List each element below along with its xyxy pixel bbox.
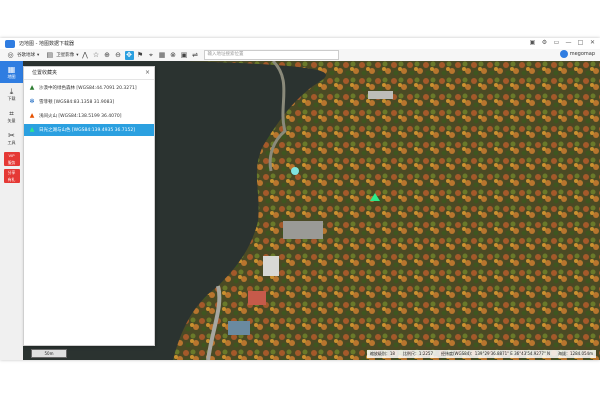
road-icon[interactable]: ⋀: [81, 51, 90, 60]
sidebar: ▦ 地图 ⤓ 下载 ⌗ 矢量 ✂ 工具 VIP 服务 分享 有礼: [0, 61, 24, 360]
sidebar-item-tools[interactable]: ✂ 工具: [0, 127, 23, 149]
sidebar-item-download[interactable]: ⤓ 下载: [0, 83, 23, 105]
sidebar-item-vector[interactable]: ⌗ 矢量: [0, 105, 23, 127]
app-logo-icon: [5, 39, 15, 48]
restore-icon[interactable]: ▭: [553, 39, 560, 47]
favorite-item-label: 浅间火山 [WGS84:138.5199 36.4070]: [39, 114, 122, 119]
tree-marker-icon: ▲: [29, 84, 35, 91]
zoom-level: 缩放级别：18: [369, 350, 395, 356]
map-type-dropdown[interactable]: ▤ 卫星影像 ▾: [43, 51, 78, 60]
search-input[interactable]: 输入地址搜索位置: [203, 50, 339, 60]
share-badge[interactable]: 分享 有礼: [3, 169, 20, 183]
lake-marker-icon: ▲: [29, 126, 35, 133]
vector-icon: ⌗: [9, 108, 14, 118]
map-scale-ratio: 比例尺：1:2257: [402, 350, 433, 356]
grid-icon[interactable]: ▦: [158, 51, 167, 60]
minimize-icon[interactable]: —: [565, 39, 572, 47]
volcano-marker-icon: ▲: [29, 112, 35, 119]
pan-icon[interactable]: ✥: [124, 50, 134, 60]
panel-header: 位置收藏夹 ×: [24, 67, 154, 80]
favorite-item[interactable]: ▲ 浅间火山 [WGS84:138.5199 36.4070]: [24, 110, 154, 122]
favorite-star-icon[interactable]: ☆: [92, 51, 101, 60]
favorite-item[interactable]: ▲ 沙漠中的绿色森林 [WGS84:44.7091 20.3271]: [24, 82, 154, 94]
flag-icon[interactable]: ⚑: [136, 51, 145, 60]
favorite-item-label: 沙漠中的绿色森林 [WGS84:44.7091 20.3271]: [39, 86, 137, 91]
window-controls: ▣ ⚙ ▭ — □ ✕: [529, 39, 596, 47]
close-icon[interactable]: ✕: [589, 39, 596, 47]
maximize-icon[interactable]: □: [577, 39, 584, 47]
panel-title: 位置收藏夹: [32, 70, 58, 76]
app-title: 迈地图 - 地图数据下载器: [19, 41, 74, 47]
cursor-coordinates: 经纬度(WGS84)：139°29'36.8871" E 36°43'54.92…: [441, 350, 551, 356]
elevation: 海拔：1284.054m: [558, 350, 593, 356]
coordinate-readout: 缩放级别：18 比例尺：1:2257 经纬度(WGS84)：139°29'36.…: [366, 349, 596, 358]
globe-icon: ◎: [7, 50, 14, 59]
vip-badge[interactable]: VIP 服务: [3, 152, 20, 166]
settings-icon[interactable]: ⚙: [541, 39, 548, 47]
chevron-down-icon: ▾: [76, 52, 79, 58]
map-type-label: 卫星影像: [56, 53, 75, 58]
map-source-dropdown[interactable]: ◎ 谷歌地球 ▾: [4, 51, 39, 60]
coordinate-icon[interactable]: ⊗: [169, 51, 178, 60]
status-bar: 50m 缩放级别：18 比例尺：1:2257 经纬度(WGS84)：139°29…: [23, 347, 600, 360]
sidebar-item-label: 矢量: [7, 117, 16, 123]
map-icon: ▦: [7, 64, 16, 74]
screenshot-icon[interactable]: ▣: [529, 39, 536, 47]
sidebar-item-label: 下载: [7, 95, 16, 101]
brand-name: megomap: [569, 51, 595, 57]
close-icon[interactable]: ×: [145, 67, 150, 79]
app-window: 迈地图 - 地图数据下载器 ▣ ⚙ ▭ — □ ✕ ◎ 谷歌地球 ▾ ▤ 卫星影…: [0, 38, 600, 360]
favorite-item[interactable]: ✻ 雪菲顿 [WGS84:83.1358 31.9083]: [24, 96, 154, 108]
region-select-icon[interactable]: ▣: [180, 51, 189, 60]
zoom-out-icon[interactable]: ⊖: [114, 51, 123, 60]
location-pin-icon[interactable]: ⌖: [147, 51, 156, 60]
tools-icon: ✂: [8, 130, 15, 140]
link-icon[interactable]: ⇌: [191, 51, 200, 60]
map-source-label: 谷歌地球: [17, 53, 35, 58]
chevron-down-icon: ▾: [37, 52, 40, 58]
sidebar-item-label: 工具: [7, 139, 16, 145]
favorites-panel: 位置收藏夹 × ▲ 沙漠中的绿色森林 [WGS84:44.7091 20.327…: [23, 66, 155, 346]
scale-bar: 50m: [31, 349, 67, 358]
zoom-in-icon[interactable]: ⊕: [103, 51, 112, 60]
sidebar-item-label: 地图: [7, 73, 16, 79]
sidebar-item-map[interactable]: ▦ 地图: [0, 61, 23, 83]
brand-dot-icon: [559, 50, 568, 58]
snowflake-marker-icon: ✻: [29, 98, 35, 105]
favorite-item-selected[interactable]: ▲ 日光之湖与山色 [WGS84:139.4935 36.7152]: [24, 124, 154, 136]
favorite-item-label: 日光之湖与山色 [WGS84:139.4935 36.7152]: [39, 128, 135, 133]
download-icon: ⤓: [9, 86, 14, 96]
layers-icon: ▤: [46, 50, 54, 59]
favorite-item-label: 雪菲顿 [WGS84:83.1358 31.9083]: [39, 100, 115, 105]
brand-logo: megomap: [559, 50, 595, 58]
